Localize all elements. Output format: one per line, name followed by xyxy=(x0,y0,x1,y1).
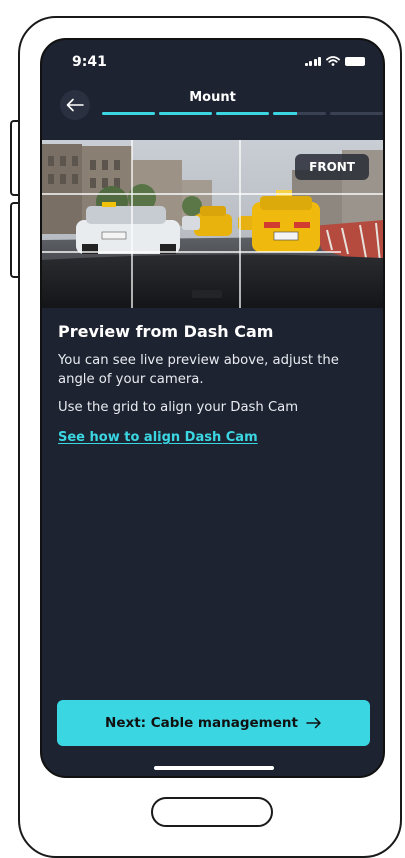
instruction-text: Use the grid to align your Dash Cam xyxy=(58,400,299,415)
status-icons xyxy=(304,56,365,66)
signal-icon xyxy=(304,56,321,66)
next-button-label: Next: Cable management xyxy=(105,715,298,731)
header: Mount xyxy=(42,88,383,130)
battery-icon xyxy=(345,57,365,66)
home-indicator xyxy=(154,766,274,770)
description-text: You can see live preview above, adjust t… xyxy=(58,353,339,387)
camera-preview: FRONT xyxy=(42,140,383,308)
progress-segment xyxy=(102,112,155,115)
step-progress xyxy=(102,112,383,115)
progress-segment xyxy=(216,112,269,115)
align-help-link[interactable]: See how to align Dash Cam xyxy=(58,430,258,445)
phone-screen: 9:41 Mount FRONT Preview from Dash Cam Y… xyxy=(40,38,385,778)
home-button[interactable] xyxy=(151,797,273,827)
progress-segment xyxy=(330,112,383,115)
page-title: Preview from Dash Cam xyxy=(58,322,274,341)
next-button[interactable]: Next: Cable management xyxy=(57,700,370,746)
status-time: 9:41 xyxy=(72,54,107,70)
header-title: Mount xyxy=(189,90,236,105)
progress-segment xyxy=(273,112,326,115)
arrow-right-icon xyxy=(306,717,321,729)
status-bar: 9:41 xyxy=(42,40,383,84)
content: Preview from Dash Cam You can see live p… xyxy=(58,322,369,445)
volume-down-button xyxy=(10,202,18,278)
camera-badge[interactable]: FRONT xyxy=(295,154,369,180)
progress-segment xyxy=(159,112,212,115)
volume-up-button xyxy=(10,120,18,196)
wifi-icon xyxy=(326,56,340,66)
